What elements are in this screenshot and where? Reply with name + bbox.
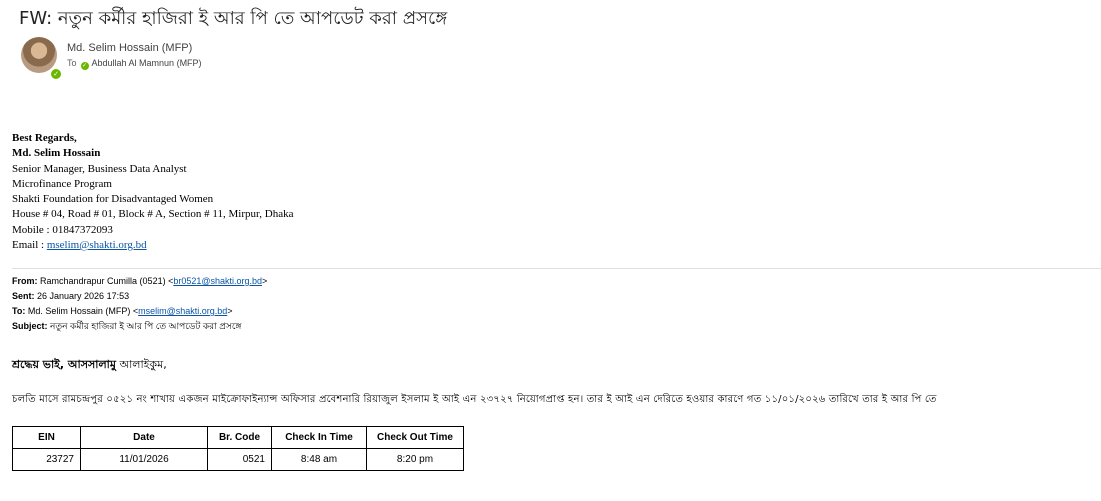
- attendance-table: EIN Date Br. Code Check In Time Check Ou…: [12, 426, 464, 471]
- sender-name[interactable]: Md. Selim Hossain (MFP): [67, 42, 192, 54]
- forwarded-subject-line: Subject: নতুন কর্মীর হাজিরা ই আর পি তে আ…: [12, 319, 267, 334]
- from-name: Ramchandrapur Cumilla (0521) <: [40, 276, 174, 286]
- forwarded-header: From: Ramchandrapur Cumilla (0521) <br05…: [12, 274, 267, 334]
- table-header-row: EIN Date Br. Code Check In Time Check Ou…: [12, 426, 464, 449]
- col-ein: EIN: [12, 426, 81, 449]
- signature-email-link[interactable]: mselim@shakti.org.bd: [47, 239, 147, 251]
- greeting: শ্রদ্ধেয় ভাই, আসসালামু আলাইকুম,: [12, 356, 167, 375]
- subject-label: Subject:: [12, 321, 48, 331]
- recipient-name[interactable]: Abdullah Al Mamnun (MFP): [92, 58, 202, 68]
- signature-email-line: Email : mselim@shakti.org.bd: [12, 238, 293, 253]
- cell-br-code: 0521: [207, 448, 272, 471]
- signature-email-label: Email :: [12, 239, 47, 252]
- cell-date: 11/01/2026: [80, 448, 208, 471]
- sent-date: 26 January 2026 17:53: [37, 291, 130, 301]
- signature-line: Mobile : 01847372093: [12, 223, 113, 236]
- signature-regards: Best Regards,: [12, 132, 77, 144]
- sent-label: Sent:: [12, 291, 35, 301]
- to-label: To: [67, 58, 77, 68]
- cell-check-out: 8:20 pm: [366, 448, 464, 471]
- to-email-link[interactable]: mselim@shakti.org.bd: [138, 306, 227, 316]
- cell-check-in: 8:48 am: [271, 448, 367, 471]
- to-name: Md. Selim Hossain (MFP) <: [27, 306, 139, 316]
- forwarded-from-line: From: Ramchandrapur Cumilla (0521) <br05…: [12, 274, 267, 289]
- col-check-out: Check Out Time: [366, 426, 464, 449]
- from-label: From:: [12, 276, 38, 286]
- table-row: 23727 11/01/2026 0521 8:48 am 8:20 pm: [12, 448, 464, 471]
- body-paragraph: চলতি মাসে রামচন্দ্রপুর ০৫২১ নং শাখায় এক…: [12, 394, 937, 405]
- greeting-bold: শ্রদ্ধেয় ভাই, আসসালামু: [12, 358, 116, 371]
- presence-available-icon: ✓: [49, 67, 63, 81]
- recipient-status-icon: ✓: [80, 62, 89, 70]
- forwarded-sent-line: Sent: 26 January 2026 17:53: [12, 289, 267, 304]
- cell-ein: 23727: [12, 448, 81, 471]
- from-email-link[interactable]: br0521@shakti.org.bd: [173, 276, 262, 286]
- greeting-rest: আলাইকুম,: [115, 358, 167, 371]
- to-field-label: To:: [12, 306, 26, 316]
- signature-line: Senior Manager, Business Data Analyst: [12, 162, 187, 175]
- signature-line: Microfinance Program: [12, 177, 112, 190]
- signature-line: House # 04, Road # 01, Block # A, Sectio…: [12, 208, 294, 221]
- col-check-in: Check In Time: [271, 426, 367, 449]
- col-br-code: Br. Code: [207, 426, 272, 449]
- email-subject: FW: নতুন কর্মীর হাজিরা ই আর পি তে আপডেট …: [19, 8, 448, 29]
- to-close: >: [227, 306, 233, 316]
- email-signature: Best Regards, Md. Selim Hossain Senior M…: [12, 131, 293, 253]
- signature-line: Shakti Foundation for Disadvantaged Wome…: [12, 193, 214, 206]
- forwarded-to-line: To: Md. Selim Hossain (MFP) <mselim@shak…: [12, 304, 267, 319]
- forward-divider: [12, 268, 1101, 269]
- forwarded-subject: নতুন কর্মীর হাজিরা ই আর পি তে আপডেট করা …: [50, 321, 242, 331]
- col-date: Date: [80, 426, 208, 449]
- signature-name: Md. Selim Hossain: [12, 147, 101, 160]
- recipient-line: To ✓ Abdullah Al Mamnun (MFP): [67, 58, 202, 70]
- from-close: >: [262, 276, 268, 286]
